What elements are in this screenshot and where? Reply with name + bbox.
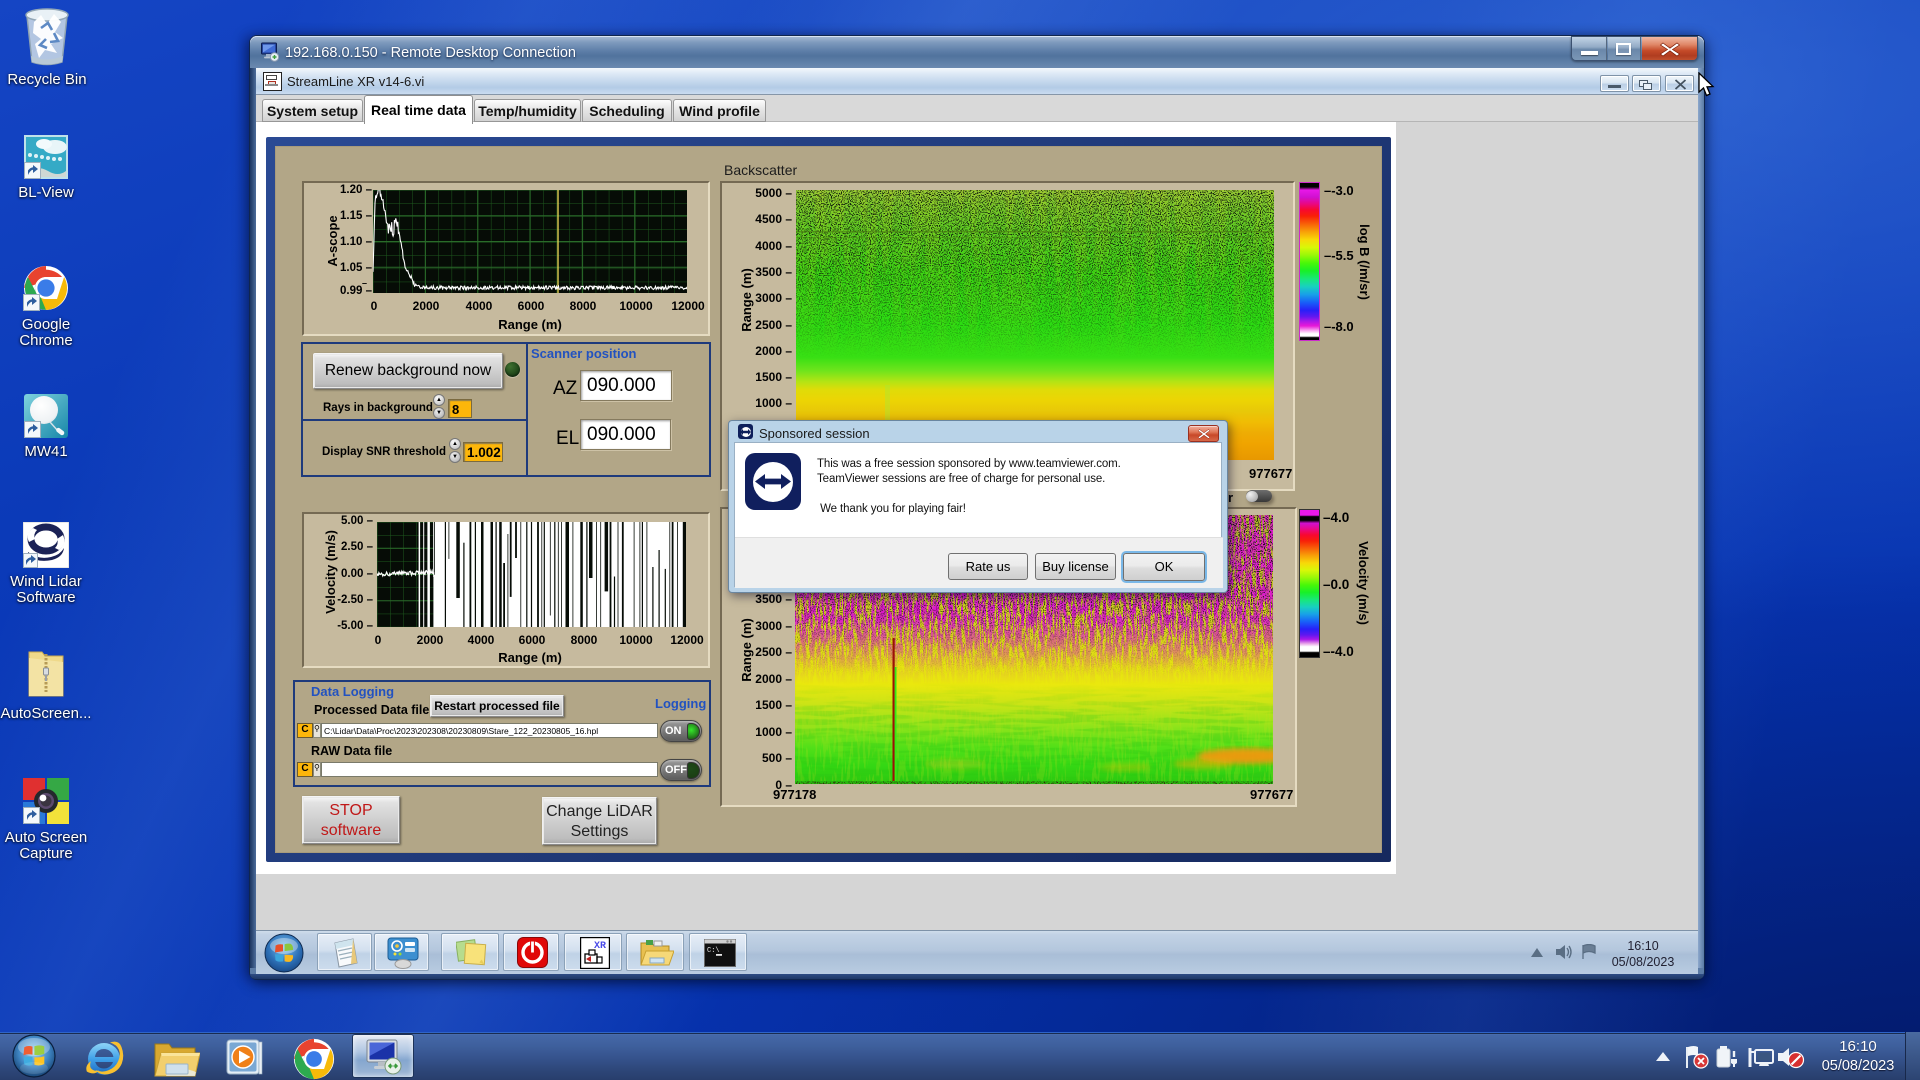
svg-text:XR: XR xyxy=(594,941,606,952)
svg-text:C:\: C:\ xyxy=(707,947,720,955)
